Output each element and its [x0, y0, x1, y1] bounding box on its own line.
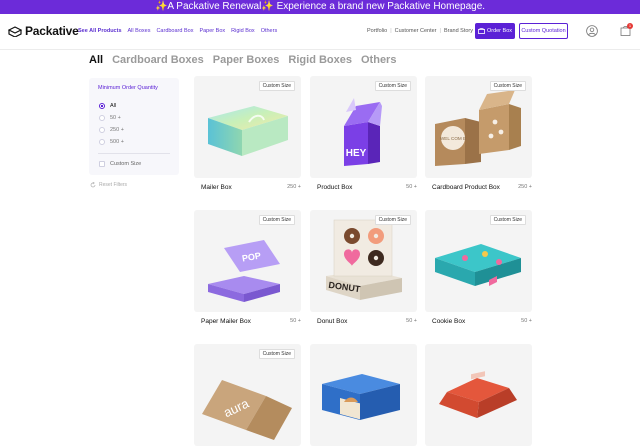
donut-box-illustration: DONUT: [326, 219, 402, 300]
filter-option-500[interactable]: 500 +: [99, 139, 124, 145]
category-tabs: All Cardboard Boxes Paper Boxes Rigid Bo…: [89, 54, 396, 66]
nav-see-all-products[interactable]: See All Products: [78, 28, 122, 34]
product-name[interactable]: Product Box: [317, 184, 352, 191]
product-image[interactable]: [425, 344, 532, 446]
custom-quotation-label: Custom Quotation: [521, 28, 566, 34]
nav-customer-center[interactable]: Customer Center: [395, 28, 437, 34]
product-moq: 50 +: [406, 184, 417, 190]
sleeve-box-illustration: [322, 374, 400, 420]
paper-mailer-box-illustration: POP: [208, 240, 280, 302]
custom-size-badge: Custom Size: [258, 215, 295, 225]
radio-selected[interactable]: [99, 103, 105, 109]
food-container-illustration: [439, 371, 517, 418]
custom-size-badge: Custom Size: [374, 215, 411, 225]
custom-size-badge: Custom Size: [258, 349, 295, 359]
custom-size-badge: Custom Size: [258, 81, 295, 91]
custom-size-filter[interactable]: Custom Size: [99, 161, 141, 167]
nav-rigid-box[interactable]: Rigid Box: [231, 28, 255, 34]
tab-rigid-boxes[interactable]: Rigid Boxes: [288, 54, 352, 66]
main-nav: See All Products All Boxes Cardboard Box…: [78, 28, 277, 34]
filter-option-250[interactable]: 250 +: [99, 127, 124, 133]
box-icon: [478, 28, 485, 34]
product-moq: 50 +: [521, 318, 532, 324]
product-name[interactable]: Mailer Box: [201, 184, 232, 191]
filter-option-50[interactable]: 50 +: [99, 115, 121, 121]
brand-name: Packative: [25, 24, 79, 38]
filter-option-all[interactable]: All: [99, 103, 116, 109]
packative-logo-icon: [8, 25, 22, 37]
custom-quotation-button[interactable]: Custom Quotation: [519, 23, 568, 39]
product-name[interactable]: Cookie Box: [432, 318, 465, 325]
product-name[interactable]: Paper Mailer Box: [201, 318, 251, 325]
tab-all[interactable]: All: [89, 54, 103, 66]
product-moq: 50 +: [406, 318, 417, 324]
cookie-box-illustration: [435, 244, 521, 286]
filter-title: Minimum Order Quantity: [98, 85, 158, 91]
product-moq: 250 +: [287, 184, 301, 190]
filter-option-label: 50 +: [110, 115, 121, 121]
tab-paper-boxes[interactable]: Paper Boxes: [213, 54, 280, 66]
tab-cardboard-boxes[interactable]: Cardboard Boxes: [112, 54, 204, 66]
product-image[interactable]: [310, 344, 417, 446]
cart-count-badge: 1: [627, 23, 633, 29]
nav-portfolio[interactable]: Portfolio: [367, 28, 387, 34]
product-image[interactable]: [425, 210, 532, 312]
radio[interactable]: [99, 127, 105, 133]
custom-size-checkbox[interactable]: [99, 161, 105, 167]
filter-option-label: All: [110, 103, 117, 109]
order-box-label: Order Box: [486, 28, 513, 34]
custom-size-label: Custom Size: [110, 161, 142, 167]
radio[interactable]: [99, 139, 105, 145]
filter-option-label: 250 +: [110, 127, 124, 133]
nav-brand-story[interactable]: Brand Story: [444, 28, 473, 34]
custom-size-badge: Custom Size: [489, 215, 526, 225]
nav-cardboard-box[interactable]: Cardboard Box: [156, 28, 193, 34]
cardboard-box-illustration: WEL COM E: [435, 90, 521, 166]
moq-filter-panel: Minimum Order Quantity All 50 + 250 + 50…: [89, 78, 179, 175]
nav-separator: |: [439, 28, 441, 34]
order-box-button[interactable]: Order Box: [475, 23, 515, 39]
product-box-illustration: HEY: [344, 98, 382, 166]
cardboard-seal-print: WEL COM E: [440, 136, 466, 141]
kraft-box-illustration: aura: [202, 380, 292, 440]
product-moq: 250 +: [518, 184, 532, 190]
custom-size-badge: Custom Size: [374, 81, 411, 91]
custom-size-badge: Custom Size: [489, 81, 526, 91]
nav-separator: |: [390, 28, 392, 34]
radio[interactable]: [99, 115, 105, 121]
mailer-box-illustration: [208, 106, 288, 156]
nav-others[interactable]: Others: [261, 28, 278, 34]
product-image[interactable]: POP: [194, 210, 301, 312]
product-moq: 50 +: [290, 318, 301, 324]
user-account-icon[interactable]: [586, 25, 598, 37]
product-name[interactable]: Cardboard Product Box: [432, 184, 500, 191]
brand-logo[interactable]: Packative: [8, 24, 79, 38]
product-image[interactable]: [194, 76, 301, 178]
product-image[interactable]: DONUT: [310, 210, 417, 312]
utility-nav: Portfolio | Customer Center | Brand Stor…: [367, 28, 473, 34]
product-image[interactable]: aura: [194, 344, 301, 446]
filter-option-label: 500 +: [110, 139, 124, 145]
announcement-bar[interactable]: ✨A Packative Renewal✨ Experience a brand…: [0, 0, 640, 14]
tab-others[interactable]: Others: [361, 54, 396, 66]
reset-filters-button[interactable]: Reset Filters: [90, 182, 127, 188]
reset-icon: [90, 182, 96, 188]
product-image[interactable]: WEL COM E: [425, 76, 532, 178]
product-box-print: HEY: [346, 148, 367, 159]
reset-filters-label: Reset Filters: [99, 182, 128, 188]
nav-paper-box[interactable]: Paper Box: [199, 28, 225, 34]
product-image[interactable]: HEY: [310, 76, 417, 178]
filter-divider: [98, 153, 170, 154]
product-name[interactable]: Donut Box: [317, 318, 347, 325]
nav-all-boxes[interactable]: All Boxes: [128, 28, 151, 34]
